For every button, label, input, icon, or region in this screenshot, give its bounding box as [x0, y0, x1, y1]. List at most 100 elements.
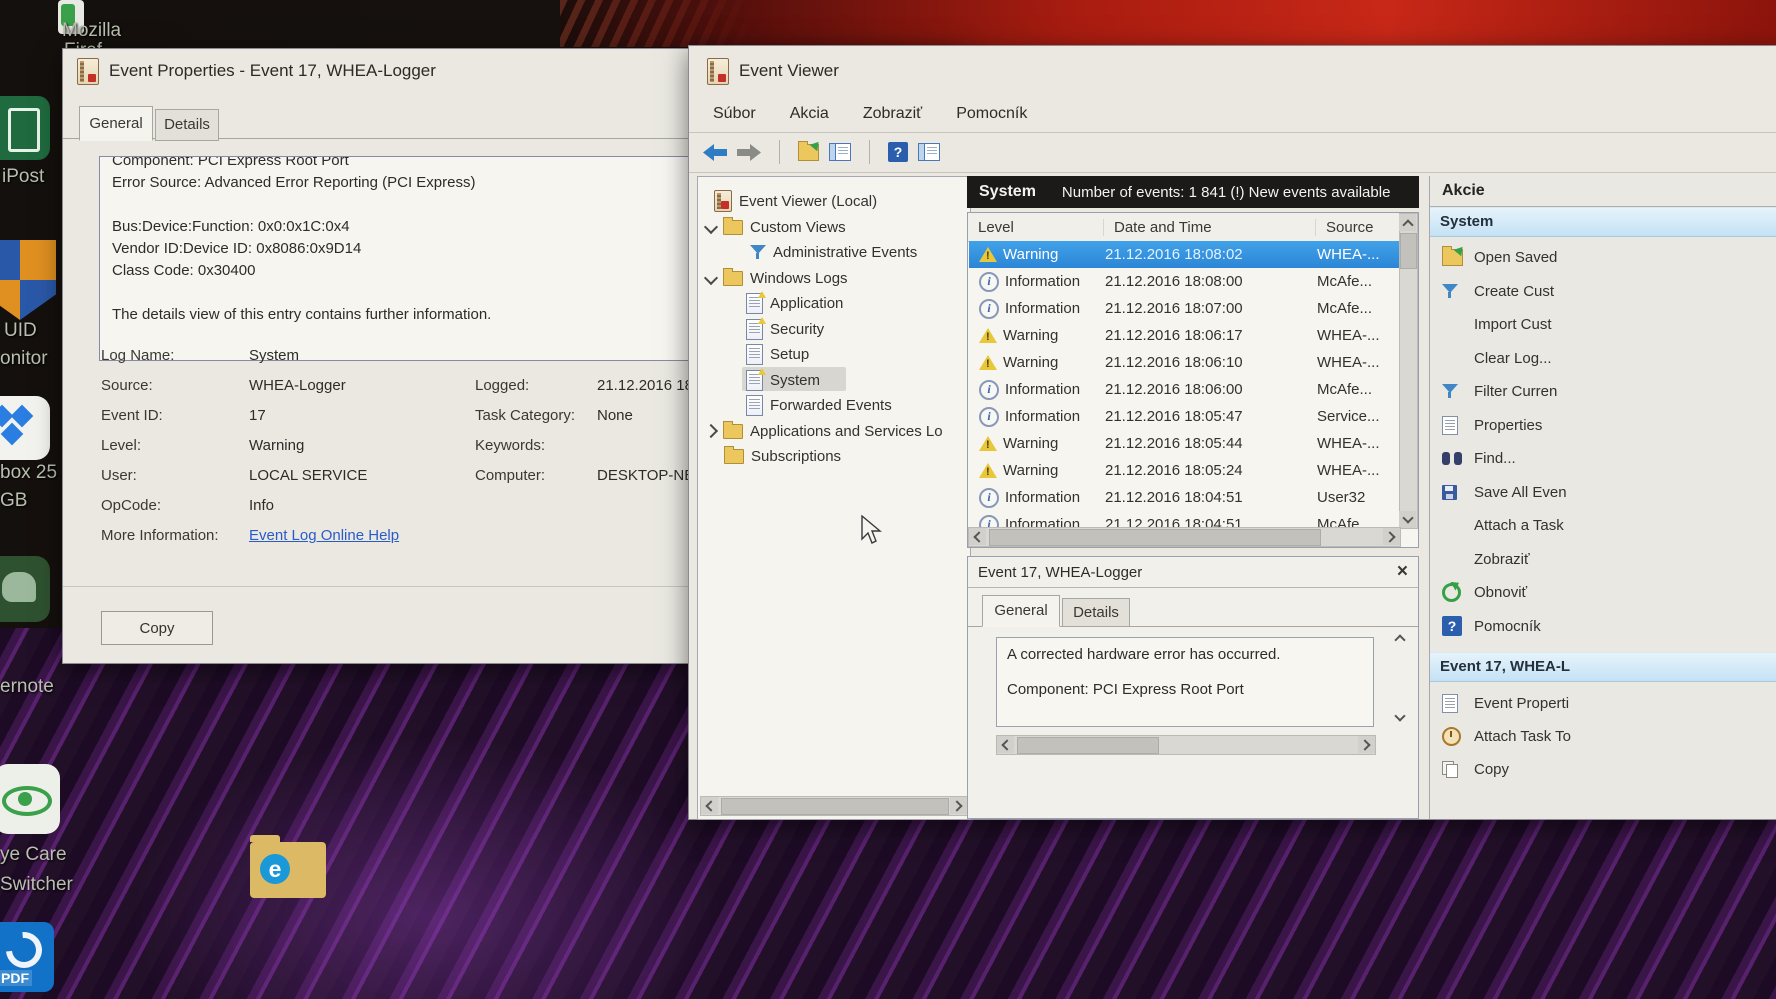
- show-hide-action-pane-icon[interactable]: [918, 143, 940, 161]
- action-attach-task-to-event[interactable]: Attach Task To: [1430, 721, 1776, 751]
- firefox-label[interactable]: Mozilla: [62, 20, 121, 42]
- event-row[interactable]: Information21.12.2016 18:06:00McAfe...: [969, 376, 1401, 403]
- tree-scroll-thumb[interactable]: [721, 798, 949, 815]
- event-row[interactable]: Information21.12.2016 18:08:00McAfe...: [969, 268, 1401, 295]
- action-open-saved-log[interactable]: Open Saved: [1430, 242, 1776, 272]
- tree-item-custom-views[interactable]: Custom Views: [706, 215, 846, 239]
- chevron-down-icon[interactable]: [704, 220, 718, 234]
- tab-general[interactable]: General: [79, 106, 153, 141]
- menu-akcia[interactable]: Akcia: [788, 101, 831, 127]
- action-help[interactable]: Pomocník: [1430, 611, 1776, 641]
- action-attach-task[interactable]: Attach a Task: [1430, 510, 1776, 540]
- event-row[interactable]: Warning21.12.2016 18:08:02WHEA-...: [969, 241, 1401, 268]
- actions-section-event17[interactable]: Event 17, WHEA-L: [1430, 652, 1776, 682]
- menu-subor[interactable]: Súbor: [711, 101, 758, 127]
- scroll-left-button[interactable]: [701, 797, 718, 814]
- tree-item-application[interactable]: Application: [746, 291, 843, 315]
- event-row[interactable]: Warning21.12.2016 18:05:44WHEA-...: [969, 430, 1401, 457]
- preview-tab-details[interactable]: Details: [1062, 598, 1130, 627]
- events-horizontal-scrollbar[interactable]: [968, 527, 1401, 547]
- action-import-custom-view[interactable]: Import Cust: [1430, 309, 1776, 339]
- menu-zobrazit[interactable]: Zobraziť: [861, 101, 924, 127]
- event-row[interactable]: Information21.12.2016 18:07:00McAfe...: [969, 295, 1401, 322]
- event-row[interactable]: Information21.12.2016 18:04:51User32: [969, 484, 1401, 511]
- column-date-time[interactable]: Date and Time: [1104, 219, 1316, 236]
- eye-care-label-1[interactable]: ye Care: [0, 844, 67, 866]
- action-view[interactable]: Zobraziť: [1430, 544, 1776, 574]
- open-saved-log-icon[interactable]: [798, 144, 819, 161]
- chevron-right-icon[interactable]: [706, 424, 718, 438]
- action-event-properties[interactable]: Event Properti: [1430, 688, 1776, 718]
- action-save-all-events[interactable]: Save All Even: [1430, 477, 1776, 507]
- scroll-left-button[interactable]: [997, 736, 1014, 753]
- dropbox-icon[interactable]: [0, 396, 50, 460]
- tree-item-administrative-events[interactable]: Administrative Events: [750, 240, 917, 264]
- preview-description-box[interactable]: A corrected hardware error has occurred.…: [996, 637, 1374, 727]
- tree-item-forwarded-events[interactable]: Forwarded Events: [746, 393, 892, 417]
- events-vertical-scrollbar[interactable]: [1399, 213, 1418, 529]
- action-filter-current-log[interactable]: Filter Curren: [1430, 376, 1776, 406]
- eye-care-switcher-icon[interactable]: [0, 764, 60, 834]
- event-row[interactable]: Warning21.12.2016 18:06:17WHEA-...: [969, 322, 1401, 349]
- action-find[interactable]: Find...: [1430, 443, 1776, 473]
- action-create-custom-view[interactable]: Create Cust: [1430, 276, 1776, 306]
- action-copy[interactable]: Copy: [1430, 754, 1776, 784]
- event-log-online-help-link[interactable]: Event Log Online Help: [249, 527, 399, 544]
- action-refresh[interactable]: Obnoviť: [1430, 577, 1776, 607]
- scroll-right-button[interactable]: [950, 797, 967, 814]
- tree-item-root[interactable]: Event Viewer (Local): [714, 189, 877, 213]
- show-hide-console-tree-icon[interactable]: [829, 143, 851, 161]
- tree-item-subscriptions[interactable]: Subscriptions: [724, 444, 841, 468]
- uid-monitor-label-1[interactable]: UID: [4, 320, 37, 342]
- foxit-pdf-icon[interactable]: PDF: [0, 922, 54, 992]
- toolbar-separator-2: [869, 140, 870, 164]
- preview-tab-general[interactable]: General: [982, 595, 1060, 627]
- menu-pomocnik[interactable]: Pomocník: [954, 101, 1029, 127]
- tree-item-windows-logs[interactable]: Windows Logs: [706, 266, 848, 290]
- actions-pane: Akcie System Open Saved Create Cust Impo…: [1429, 176, 1776, 819]
- scroll-up-button[interactable]: [1399, 214, 1416, 231]
- action-properties[interactable]: Properties: [1430, 410, 1776, 440]
- preview-horizontal-scrollbar[interactable]: [996, 735, 1376, 755]
- scroll-right-button[interactable]: [1383, 528, 1400, 545]
- close-icon[interactable]: ×: [1397, 561, 1408, 583]
- event-row[interactable]: Information21.12.2016 18:05:47Service...: [969, 403, 1401, 430]
- evernote-label[interactable]: ernote: [0, 676, 54, 698]
- actions-section-system[interactable]: System: [1430, 207, 1776, 237]
- chevron-down-icon[interactable]: [704, 271, 718, 285]
- tree-item-security[interactable]: Security: [746, 317, 824, 341]
- forward-button-icon[interactable]: [737, 144, 761, 161]
- preview-scroll-down-button[interactable]: [1391, 709, 1408, 726]
- tree-item-setup[interactable]: Setup: [746, 342, 809, 366]
- information-icon: [979, 272, 999, 292]
- preview-scroll-up-button[interactable]: [1391, 629, 1408, 646]
- column-source[interactable]: Source: [1316, 219, 1401, 236]
- event-viewer-titlebar[interactable]: Event Viewer: [689, 46, 1776, 96]
- ipost-label[interactable]: iPost: [2, 166, 44, 188]
- ipost-icon[interactable]: [0, 96, 50, 160]
- scroll-left-button[interactable]: [969, 528, 986, 545]
- dropbox-label-2[interactable]: GB: [0, 490, 27, 512]
- scroll-down-button[interactable]: [1399, 511, 1416, 528]
- tree-item-applications-services[interactable]: Applications and Services Lo: [706, 419, 964, 443]
- edge-folder-icon[interactable]: e: [250, 842, 326, 898]
- uid-monitor-label-2[interactable]: onitor: [0, 348, 48, 370]
- help-toolbar-icon[interactable]: [888, 142, 908, 162]
- preview-hscroll-thumb[interactable]: [1017, 737, 1159, 754]
- dropbox-label-1[interactable]: box 25: [0, 462, 57, 484]
- copy-button[interactable]: Copy: [101, 611, 213, 645]
- tab-details[interactable]: Details: [155, 109, 219, 141]
- events-scroll-thumb[interactable]: [1400, 233, 1417, 269]
- logged-label: Logged:: [475, 377, 529, 394]
- tree-item-system[interactable]: System: [746, 368, 820, 392]
- back-button-icon[interactable]: [703, 144, 727, 161]
- action-clear-log[interactable]: Clear Log...: [1430, 343, 1776, 373]
- event-row[interactable]: Warning21.12.2016 18:05:24WHEA-...: [969, 457, 1401, 484]
- events-hscroll-thumb[interactable]: [989, 529, 1321, 546]
- event-row[interactable]: Warning21.12.2016 18:06:10WHEA-...: [969, 349, 1401, 376]
- evernote-icon[interactable]: [0, 556, 50, 622]
- eye-care-label-2[interactable]: Switcher: [0, 874, 73, 896]
- scroll-right-button[interactable]: [1358, 736, 1375, 753]
- column-level[interactable]: Level: [968, 219, 1104, 236]
- tree-horizontal-scrollbar[interactable]: [700, 796, 968, 816]
